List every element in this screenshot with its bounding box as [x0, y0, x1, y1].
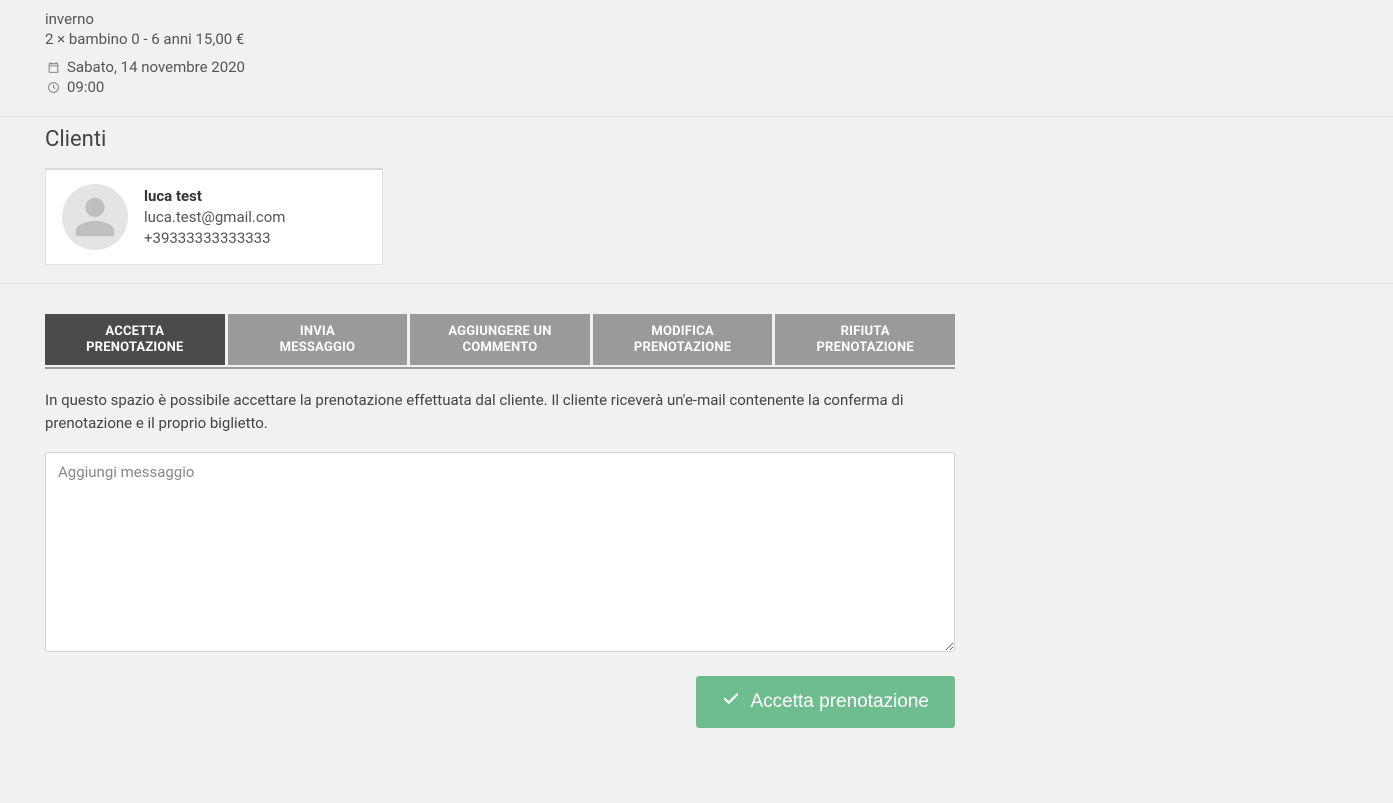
booking-time-row: 09:00	[45, 78, 1348, 96]
client-email: luca.test@gmail.com	[144, 207, 285, 228]
tab-edit-booking[interactable]: MODIFICA PRENOTAZIONE	[593, 314, 773, 365]
client-name: luca test	[144, 186, 285, 207]
booking-summary: inverno 2 × bambino 0 - 6 anni 15,00 € S…	[0, 0, 1393, 116]
accept-booking-button[interactable]: Accetta prenotazione	[696, 676, 955, 728]
avatar	[62, 184, 128, 250]
client-phone: +39333333333333	[144, 228, 285, 249]
panel-description: In questo spazio è possibile accettare l…	[45, 389, 955, 434]
message-input[interactable]	[45, 452, 955, 652]
tab-bar: ACCETTA PRENOTAZIONE INVIA MESSAGGIO AGG…	[45, 314, 955, 365]
booking-ticket-line: 2 × bambino 0 - 6 anni 15,00 €	[45, 30, 1348, 48]
tab-accept-booking[interactable]: ACCETTA PRENOTAZIONE	[45, 314, 225, 365]
accept-button-label: Accetta prenotazione	[750, 691, 929, 713]
tab-underline	[45, 367, 955, 369]
client-info: luca test luca.test@gmail.com +393333333…	[144, 186, 285, 249]
booking-date: Sabato, 14 novembre 2020	[67, 58, 245, 76]
check-icon	[722, 690, 740, 714]
calendar-icon	[45, 61, 61, 74]
clients-section: Clienti luca test luca.test@gmail.com +3…	[0, 117, 1393, 283]
booking-date-row: Sabato, 14 novembre 2020	[45, 58, 1348, 76]
client-card[interactable]: luca test luca.test@gmail.com +393333333…	[45, 168, 383, 265]
action-area: ACCETTA PRENOTAZIONE INVIA MESSAGGIO AGG…	[0, 284, 1000, 758]
tab-reject-booking[interactable]: RIFIUTA PRENOTAZIONE	[775, 314, 955, 365]
clients-heading: Clienti	[45, 127, 1348, 152]
tab-add-comment[interactable]: AGGIUNGERE UN COMMENTO	[410, 314, 590, 365]
clock-icon	[45, 81, 61, 94]
booking-time: 09:00	[67, 78, 104, 96]
booking-season: inverno	[45, 10, 1348, 28]
submit-row: Accetta prenotazione	[45, 676, 955, 728]
tab-send-message[interactable]: INVIA MESSAGGIO	[228, 314, 408, 365]
